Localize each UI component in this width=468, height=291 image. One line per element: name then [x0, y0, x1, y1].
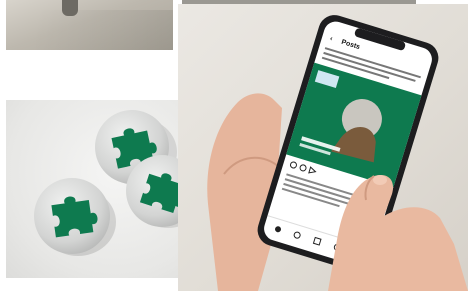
street-shadow	[36, 10, 173, 50]
thumbnail-nail	[373, 175, 387, 185]
bollard	[62, 0, 78, 16]
phone-in-hands-photo: ‹ Posts	[178, 4, 468, 291]
puzzle-pin-left	[34, 178, 110, 254]
phone-illustration: ‹ Posts	[207, 15, 468, 291]
street-photo	[6, 0, 173, 50]
